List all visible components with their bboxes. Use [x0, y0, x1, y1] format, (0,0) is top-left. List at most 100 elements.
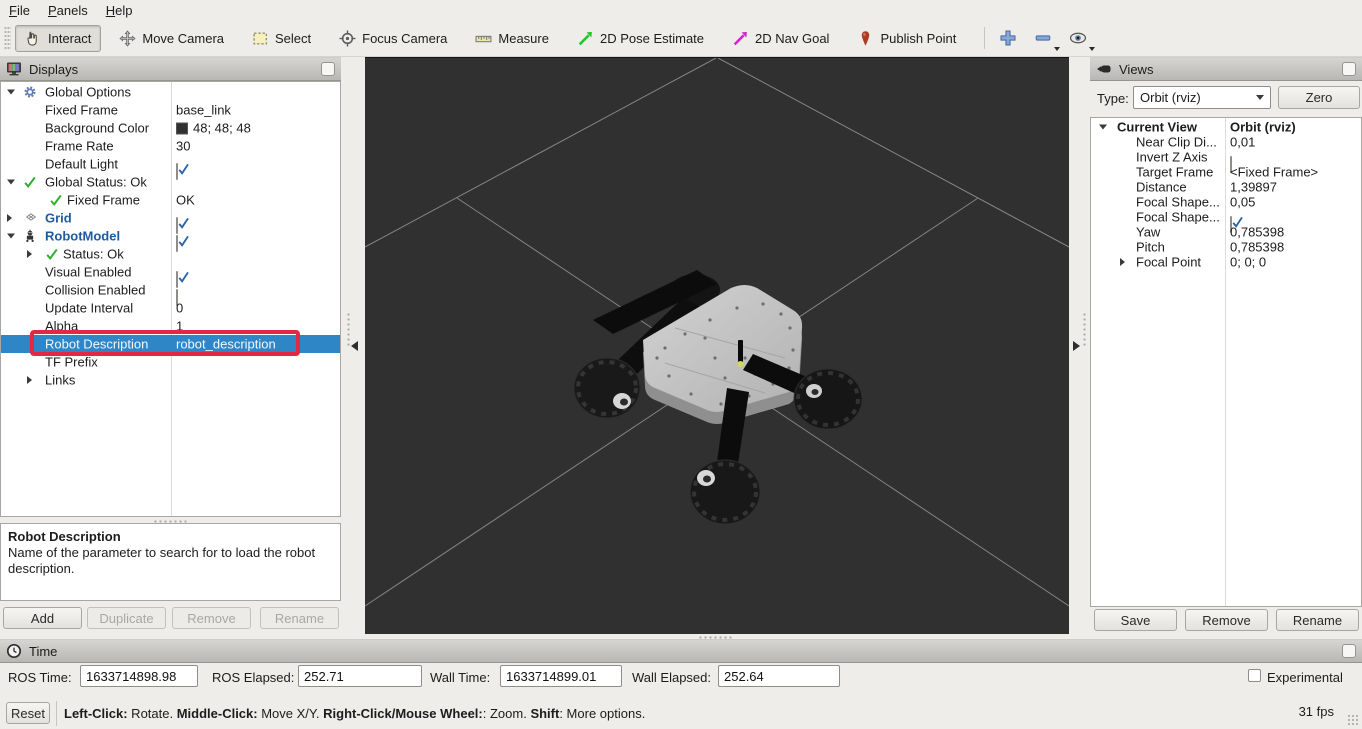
tree-row-status-ok[interactable]: Status: Ok	[1, 245, 340, 263]
property-value[interactable]: 0,785398	[1230, 224, 1284, 239]
property-label: RobotModel	[45, 229, 120, 244]
expander-closed-icon[interactable]	[7, 214, 12, 222]
menu-item-file[interactable]: File	[0, 1, 39, 20]
tree-row-pitch[interactable]: Pitch0,785398	[1091, 239, 1361, 254]
remove-button[interactable]: Remove	[1185, 609, 1268, 631]
remove-button[interactable]: Remove	[172, 607, 251, 629]
expander-open-icon[interactable]	[7, 180, 15, 185]
property-value[interactable]: 0,05	[1230, 194, 1255, 209]
property-label: Yaw	[1136, 224, 1160, 239]
expander-open-icon[interactable]	[7, 234, 15, 239]
tree-row-global-status-ok[interactable]: Global Status: Ok	[1, 173, 340, 191]
tree-row-focal-shape[interactable]: Focal Shape...	[1091, 209, 1361, 224]
property-label: Distance	[1136, 179, 1187, 194]
tree-row-update-interval[interactable]: Update Interval0	[1, 299, 340, 317]
tree-row-fixed-frame[interactable]: Fixed Framebase_link	[1, 101, 340, 119]
toolbar-drag-handle[interactable]	[4, 26, 11, 50]
save-button[interactable]: Save	[1094, 609, 1177, 631]
tree-row-frame-rate[interactable]: Frame Rate30	[1, 137, 340, 155]
displays-float-button[interactable]	[321, 62, 335, 76]
tree-row-global-options[interactable]: Global Options	[1, 83, 340, 101]
menu-item-panels[interactable]: Panels	[39, 1, 97, 20]
ros-elapsed-input[interactable]	[298, 665, 422, 687]
displays-description-box: Robot Description Name of the parameter …	[0, 523, 341, 601]
tree-row-links[interactable]: Links	[1, 371, 340, 389]
tool-2d-pose-estimate[interactable]: 2D Pose Estimate	[567, 25, 714, 52]
tree-row-fixed-frame[interactable]: Fixed FrameOK	[1, 191, 340, 209]
tree-row-default-light[interactable]: Default Light	[1, 155, 340, 173]
tool-focus-camera[interactable]: Focus Camera	[329, 25, 457, 52]
tool-visibility-icon[interactable]	[1065, 27, 1091, 49]
ros-elapsed-label: ROS Elapsed:	[212, 670, 294, 685]
resize-grip[interactable]	[1347, 714, 1359, 726]
tree-row-focal-shape[interactable]: Focal Shape...0,05	[1091, 194, 1361, 209]
ros-time-label: ROS Time:	[8, 670, 72, 685]
tool-publish-point[interactable]: Publish Point	[847, 25, 966, 52]
property-value[interactable]: 30	[176, 139, 190, 154]
property-value[interactable]: 1,39897	[1230, 179, 1277, 194]
tree-row-target-frame[interactable]: Target Frame<Fixed Frame>	[1091, 164, 1361, 179]
time-float-button[interactable]	[1342, 644, 1356, 658]
experimental-checkbox[interactable]	[1248, 669, 1261, 682]
tree-row-alpha[interactable]: Alpha1	[1, 317, 340, 335]
displays-panel-title: Displays	[29, 62, 78, 77]
view-type-combobox[interactable]: Orbit (rviz)	[1133, 86, 1271, 109]
tree-row-invert-z-axis[interactable]: Invert Z Axis	[1091, 149, 1361, 164]
views-panel-header: Views	[1090, 57, 1362, 81]
tool-interact[interactable]: Interact	[15, 25, 101, 52]
duplicate-button[interactable]: Duplicate	[87, 607, 166, 629]
tool-label: Focus Camera	[362, 31, 447, 46]
status-bar: Reset Left-Click: Rotate. Middle-Click: …	[0, 698, 1362, 729]
tree-row-grid[interactable]: Grid	[1, 209, 340, 227]
property-value[interactable]: OK	[176, 193, 195, 208]
property-value[interactable]: 0,01	[1230, 134, 1255, 149]
property-value[interactable]: Orbit (rviz)	[1230, 119, 1296, 134]
property-value[interactable]: base_link	[176, 103, 231, 118]
ros-time-input[interactable]	[80, 665, 198, 687]
tool-move-camera[interactable]: Move Camera	[109, 25, 234, 52]
property-value[interactable]: 1	[176, 319, 183, 334]
tree-row-focal-point[interactable]: Focal Point0; 0; 0	[1091, 254, 1361, 269]
menu-item-help[interactable]: Help	[97, 1, 142, 20]
tree-row-distance[interactable]: Distance 1,39897	[1091, 179, 1361, 194]
3d-viewport[interactable]	[365, 57, 1069, 634]
tool-add-tool-icon[interactable]	[995, 27, 1021, 49]
expander-closed-icon[interactable]	[27, 376, 32, 384]
property-value[interactable]: 0; 0; 0	[1230, 254, 1266, 269]
property-value[interactable]: <Fixed Frame>	[1230, 164, 1318, 179]
wall-time-input[interactable]	[500, 665, 622, 687]
tree-row-background-color[interactable]: Background Color48; 48; 48	[1, 119, 340, 137]
zero-button[interactable]: Zero	[1278, 86, 1360, 109]
property-value[interactable]: 0,785398	[1230, 239, 1284, 254]
tree-row-collision-enabled[interactable]: Collision Enabled	[1, 281, 340, 299]
tool-select[interactable]: Select	[242, 25, 321, 52]
expander-open-icon[interactable]	[7, 90, 15, 95]
wall-elapsed-input[interactable]	[718, 665, 840, 687]
tree-row-yaw[interactable]: Yaw 0,785398	[1091, 224, 1361, 239]
tree-row-tf-prefix[interactable]: TF Prefix	[1, 353, 340, 371]
tree-row-visual-enabled[interactable]: Visual Enabled	[1, 263, 340, 281]
rename-button[interactable]: Rename	[260, 607, 339, 629]
collapse-left-arrow-icon[interactable]	[351, 341, 358, 351]
fps-counter: 31 fps	[1299, 704, 1334, 719]
tree-row-robot-description[interactable]: Robot Descriptionrobot_description	[1, 335, 340, 353]
property-value[interactable]: 0	[176, 301, 183, 316]
add-button[interactable]: Add	[3, 607, 82, 629]
tool-measure[interactable]: Measure	[465, 25, 559, 52]
tree-row-near-clip-di[interactable]: Near Clip Di...0,01	[1091, 134, 1361, 149]
rviz-window: FilePanelsHelp Interact Move Camera Select…	[0, 0, 1362, 729]
color-property-value[interactable]: 48; 48; 48	[176, 121, 251, 136]
expander-closed-icon[interactable]	[27, 250, 32, 258]
right-splitter-dots[interactable]	[1082, 312, 1087, 346]
expander-open-icon[interactable]	[1099, 124, 1107, 129]
tree-row-robotmodel[interactable]: RobotModel	[1, 227, 340, 245]
views-float-button[interactable]	[1342, 62, 1356, 76]
collapse-right-arrow-icon[interactable]	[1073, 341, 1080, 351]
expander-closed-icon[interactable]	[1120, 258, 1125, 266]
reset-button[interactable]: Reset	[6, 702, 50, 724]
tool-remove-tool-icon[interactable]	[1030, 27, 1056, 49]
property-value[interactable]: robot_description	[176, 337, 276, 352]
rename-button[interactable]: Rename	[1276, 609, 1359, 631]
tree-row-current-view[interactable]: Current ViewOrbit (rviz)	[1091, 119, 1361, 134]
tool-2d-nav-goal[interactable]: 2D Nav Goal	[722, 25, 839, 52]
